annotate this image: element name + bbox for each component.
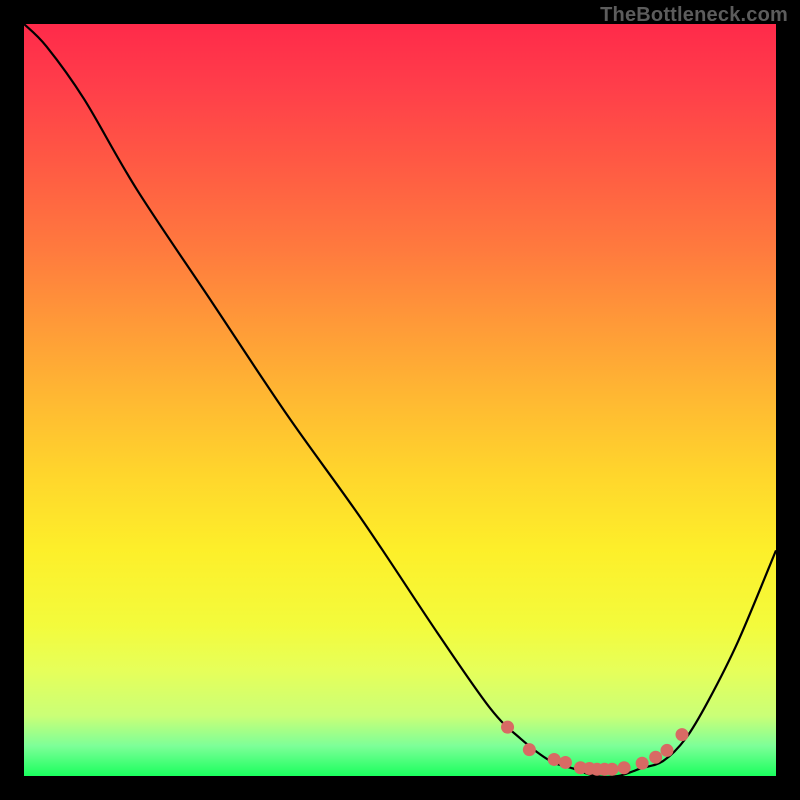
marker-dot [636, 757, 649, 770]
marker-dot [660, 744, 673, 757]
marker-dot [548, 753, 561, 766]
watermark-text: TheBottleneck.com [600, 4, 788, 27]
bottleneck-curve [24, 24, 776, 776]
chart-frame: TheBottleneck.com [0, 0, 800, 800]
marker-dot [559, 756, 572, 769]
marker-dot [523, 743, 536, 756]
markers-group [501, 721, 688, 776]
marker-dot [606, 763, 619, 776]
marker-dot [501, 721, 514, 734]
curve-layer [24, 24, 776, 776]
marker-dot [676, 728, 689, 741]
marker-dot [618, 761, 631, 774]
marker-dot [649, 751, 662, 764]
plot-area [24, 24, 776, 776]
